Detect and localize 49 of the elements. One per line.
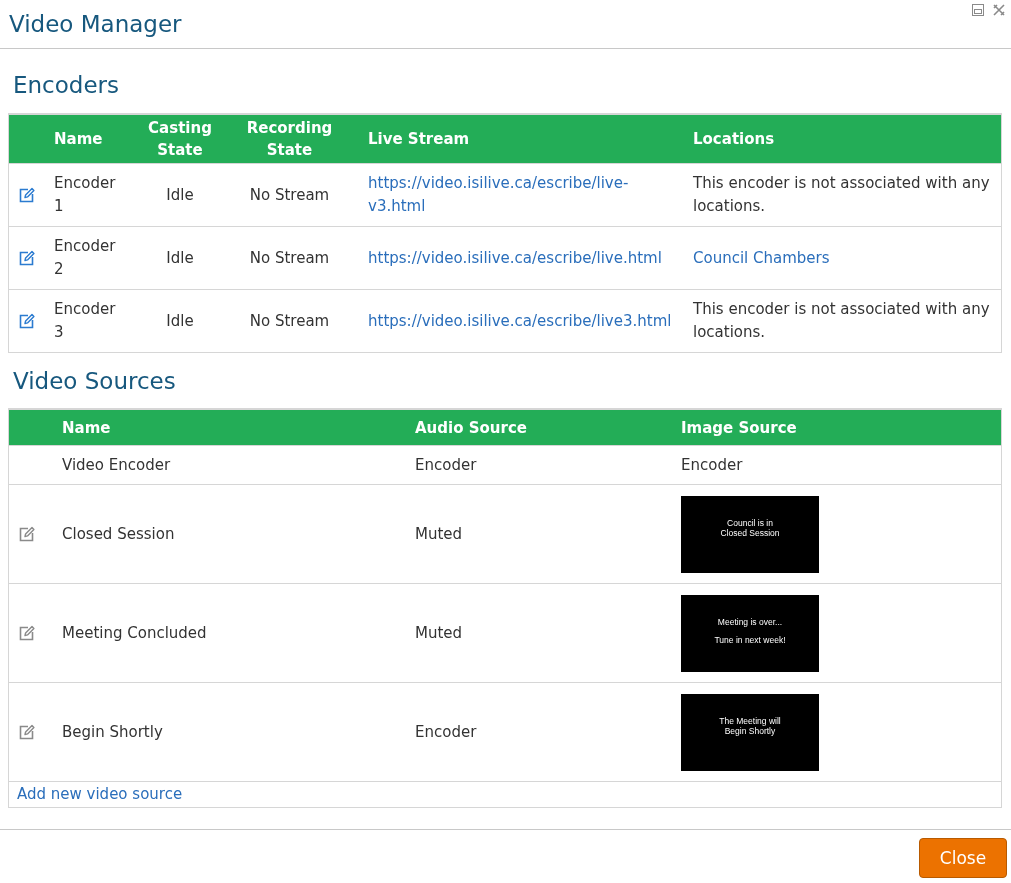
recording-state: No Stream	[249, 311, 330, 330]
casting-state: Idle	[166, 248, 194, 267]
casting-state: Idle	[166, 311, 194, 330]
column-header: Name	[62, 418, 111, 437]
encoder-name: Encoder 2	[54, 237, 116, 278]
encoder-name: Encoder 3	[54, 300, 116, 341]
stream-link[interactable]: https://video.isilive.ca/escribe/live3.html	[368, 309, 680, 333]
section-heading: Encoders	[13, 71, 120, 99]
slide-text: The Meeting will Begin Shortly	[719, 715, 781, 736]
slide-text: Meeting is over...	[717, 616, 783, 627]
column-header: Casting State	[148, 119, 212, 159]
stream-link[interactable]: https://video.isilive.ca/escribe/live.html	[368, 246, 680, 270]
section-heading: Video Sources	[13, 367, 177, 395]
column-header: Image Source	[681, 418, 797, 437]
edit-icon[interactable]	[19, 313, 35, 329]
recording-state: No Stream	[249, 185, 330, 204]
audio-source: Muted	[415, 623, 463, 642]
window-title: Video Manager	[9, 10, 182, 39]
audio-source: Encoder	[415, 455, 477, 474]
location-link[interactable]: Council Chambers	[693, 248, 830, 267]
close-button[interactable]: Close	[919, 838, 1007, 878]
column-header: Live Stream	[368, 130, 470, 148]
column-header: Audio Source	[415, 418, 527, 437]
add-source-link[interactable]: Add new video source	[17, 785, 183, 803]
encoder-name: Encoder 1	[54, 174, 116, 215]
image-source: Encoder	[681, 455, 743, 474]
slide-text: Council is in Closed Session	[720, 517, 780, 538]
source-name: Begin Shortly	[62, 722, 163, 741]
casting-state: Idle	[166, 185, 194, 204]
edit-icon[interactable]	[19, 526, 35, 542]
source-name: Meeting Concluded	[62, 623, 207, 642]
audio-source: Muted	[415, 524, 463, 543]
source-name: Closed Session	[62, 524, 175, 543]
edit-icon[interactable]	[19, 250, 35, 266]
edit-icon[interactable]	[19, 724, 35, 740]
location-note: This encoder is not associated with any locations.	[693, 174, 990, 215]
recording-state: No Stream	[249, 248, 330, 267]
location-note: This encoder is not associated with any locations.	[693, 300, 990, 341]
column-header: Recording State	[246, 119, 333, 159]
edit-icon[interactable]	[19, 625, 35, 641]
audio-source: Encoder	[415, 722, 477, 741]
edit-icon[interactable]	[19, 187, 35, 203]
column-header: Locations	[693, 130, 775, 148]
stream-link[interactable]: https://video.isilive.ca/escribe/live-v3.html	[368, 172, 680, 218]
slide-text: Tune in next week!	[714, 634, 786, 645]
restore-icon[interactable]	[972, 4, 984, 16]
column-header: Name	[54, 130, 103, 148]
source-name: Video Encoder	[62, 455, 171, 474]
close-icon[interactable]	[993, 4, 1005, 16]
